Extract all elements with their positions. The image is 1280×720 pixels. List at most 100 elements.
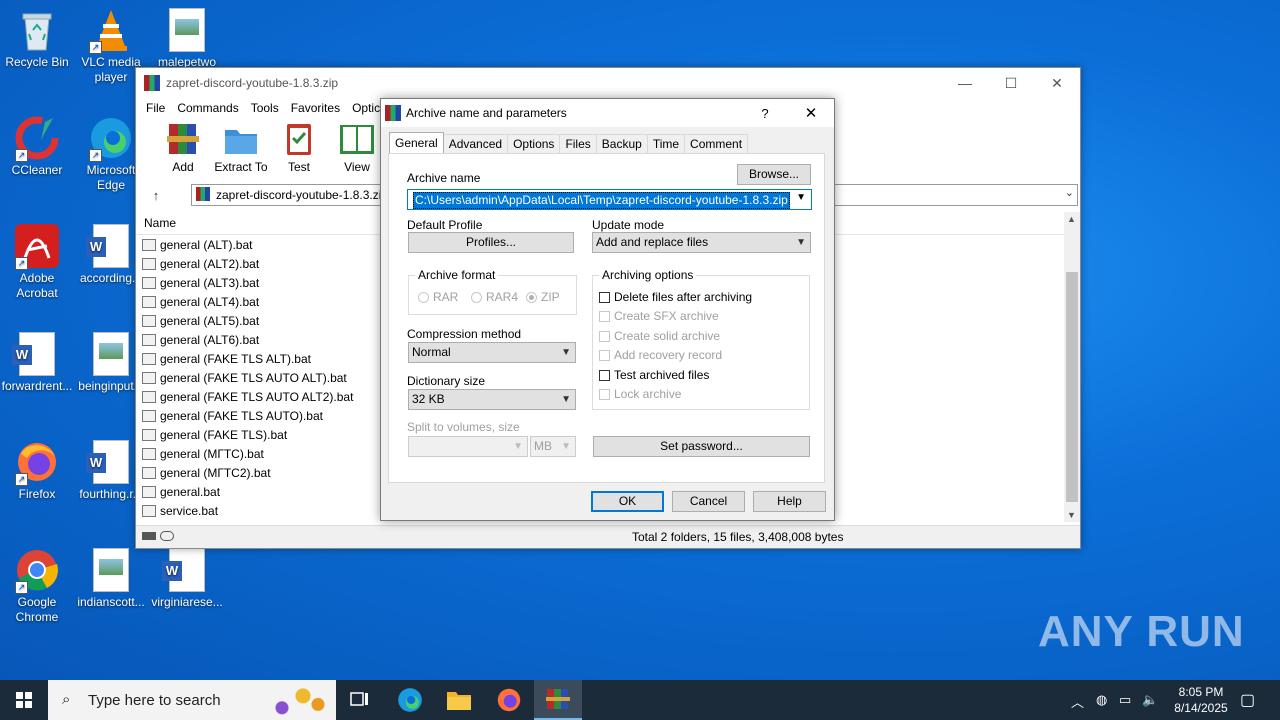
- drive-icon[interactable]: [142, 532, 156, 540]
- scroll-down-icon[interactable]: ▼: [1067, 510, 1076, 520]
- close-button[interactable]: ✕: [1034, 68, 1080, 98]
- minimize-button[interactable]: ―: [942, 68, 988, 98]
- recycle-bin-icon: [15, 8, 59, 52]
- dialog-help-button[interactable]: ?: [742, 106, 788, 121]
- desktop-icon-acrobat[interactable]: ↗ Adobe Acrobat: [0, 224, 76, 301]
- anyrun-watermark: ANY RUN: [1038, 607, 1245, 656]
- key-icon[interactable]: [160, 531, 174, 541]
- toolbar-view-button[interactable]: View: [328, 122, 386, 174]
- scrollbar-thumb[interactable]: [1066, 272, 1078, 502]
- chevron-down-icon[interactable]: ⌄: [1065, 186, 1074, 199]
- clock-time: 8:05 PM: [1178, 685, 1224, 699]
- general-tab-panel: Archive name Browse... C:\Users\admin\Ap…: [388, 153, 825, 483]
- network-icon[interactable]: ▭: [1119, 692, 1131, 708]
- chevron-down-icon[interactable]: ▼: [796, 192, 806, 203]
- desktop-icon-firefox[interactable]: ↗ Firefox: [0, 440, 76, 502]
- shortcut-arrow-icon: ↗: [15, 473, 28, 486]
- archive-format-label: Archive format: [415, 268, 499, 282]
- compression-method-select[interactable]: Normal ▼: [408, 342, 576, 363]
- taskbar-winrar-button[interactable]: [534, 680, 582, 720]
- menu-tools[interactable]: Tools: [245, 101, 285, 115]
- update-mode-select[interactable]: Add and replace files ▼: [592, 232, 811, 253]
- option-label: Create solid archive: [614, 329, 721, 343]
- taskbar-search-box[interactable]: ⌕ Type here to search: [48, 680, 336, 720]
- desktop-icon-ccleaner[interactable]: ↗ CCleaner: [0, 116, 76, 178]
- scroll-up-icon[interactable]: ▲: [1067, 214, 1076, 224]
- search-highlight-image: [270, 684, 330, 718]
- dialog-close-button[interactable]: ✕: [788, 104, 834, 122]
- tab-time[interactable]: Time: [646, 134, 686, 153]
- create-solid-checkbox[interactable]: Create solid archive: [599, 329, 720, 343]
- main-titlebar[interactable]: zapret-discord-youtube-1.8.3.zip ― ☐ ✕: [136, 68, 1080, 98]
- create-sfx-checkbox[interactable]: Create SFX archive: [599, 309, 719, 323]
- taskbar-edge-button[interactable]: [386, 680, 434, 720]
- start-button[interactable]: [0, 680, 48, 720]
- lock-archive-checkbox[interactable]: Lock archive: [599, 387, 681, 401]
- shortcut-arrow-icon: ↗: [15, 149, 28, 162]
- file-name: general (МГТС2).bat: [160, 465, 271, 480]
- test-archived-checkbox[interactable]: Test archived files: [599, 368, 709, 382]
- compression-method-label: Compression method: [407, 327, 522, 341]
- file-name: general (МГТС).bat: [160, 446, 264, 461]
- split-unit-select[interactable]: MB ▼: [530, 436, 576, 457]
- help-button[interactable]: Help: [753, 491, 826, 512]
- chevron-down-icon: ▼: [796, 237, 806, 248]
- meet-now-icon[interactable]: ◍: [1096, 692, 1107, 708]
- desktop-icon-forwardrent[interactable]: W forwardrent...: [0, 332, 76, 394]
- chevron-up-icon[interactable]: ︿: [1071, 692, 1084, 711]
- tab-backup[interactable]: Backup: [595, 134, 648, 153]
- up-arrow-icon[interactable]: ↑: [136, 188, 176, 203]
- radio-circle-icon: [471, 291, 482, 303]
- dialog-titlebar[interactable]: Archive name and parameters ? ✕: [381, 99, 834, 127]
- tab-comment[interactable]: Comment: [684, 134, 749, 153]
- ok-button[interactable]: OK: [591, 491, 664, 512]
- archive-name-input[interactable]: C:\Users\admin\AppData\Local\Temp\zapret…: [407, 189, 812, 210]
- image-file-icon: [89, 332, 133, 376]
- task-view-button[interactable]: [336, 680, 384, 720]
- taskbar-firefox-button[interactable]: [485, 680, 533, 720]
- desktop-icon-malepetwo[interactable]: malepetwo: [148, 8, 226, 70]
- menu-commands[interactable]: Commands: [171, 101, 244, 115]
- delete-files-checkbox[interactable]: Delete files after archiving: [599, 290, 752, 304]
- toolbar-add-button[interactable]: Add: [154, 122, 212, 174]
- edge-icon: [398, 688, 422, 712]
- file-name: general (FAKE TLS AUTO ALT2).bat: [160, 389, 354, 404]
- vertical-scrollbar[interactable]: ▲ ▼: [1064, 212, 1080, 522]
- bat-file-icon: [142, 333, 156, 346]
- browse-button[interactable]: Browse...: [737, 164, 811, 185]
- toolbar-test-button[interactable]: Test: [270, 122, 328, 174]
- bat-file-icon: [142, 428, 156, 441]
- format-rar-radio[interactable]: RAR: [418, 290, 458, 304]
- desktop-icon-indianscott[interactable]: indianscott...: [72, 548, 150, 610]
- tab-options[interactable]: Options: [507, 134, 561, 153]
- volume-icon[interactable]: 🔈: [1142, 692, 1158, 708]
- archive-name-label: Archive name: [407, 171, 481, 185]
- tab-advanced[interactable]: Advanced: [442, 134, 509, 153]
- tab-general[interactable]: General: [389, 132, 444, 153]
- recovery-record-checkbox[interactable]: Add recovery record: [599, 348, 722, 362]
- desktop-icon-recycle-bin[interactable]: Recycle Bin: [0, 8, 76, 70]
- toolbar-extract-button[interactable]: Extract To: [212, 122, 270, 174]
- taskbar: ⌕ Type here to search ︿ ◍ ▭ 🔈 8:05 PM 8/…: [0, 680, 1280, 720]
- maximize-button[interactable]: ☐: [988, 68, 1034, 98]
- dictionary-size-select[interactable]: 32 KB ▼: [408, 389, 576, 410]
- format-zip-radio[interactable]: ZIP: [526, 290, 560, 304]
- cancel-button[interactable]: Cancel: [672, 491, 745, 512]
- tab-files[interactable]: Files: [559, 134, 597, 153]
- set-password-button[interactable]: Set password...: [593, 436, 810, 457]
- taskbar-explorer-button[interactable]: [435, 680, 483, 720]
- ccleaner-icon: ↗: [15, 116, 59, 162]
- profiles-button[interactable]: Profiles...: [408, 232, 574, 253]
- split-volume-size-select[interactable]: ▼: [408, 436, 528, 457]
- menu-favorites[interactable]: Favorites: [285, 101, 346, 115]
- chevron-down-icon: ▼: [561, 394, 571, 405]
- desktop-icon-virginiarese[interactable]: W virginiarese...: [148, 548, 226, 610]
- toolbar-view-label: View: [344, 160, 370, 174]
- desktop-icon-label: CCleaner: [11, 163, 63, 177]
- format-rar4-radio[interactable]: RAR4: [471, 290, 518, 304]
- menu-file[interactable]: File: [140, 101, 171, 115]
- notifications-icon[interactable]: ▢: [1240, 690, 1255, 710]
- bat-file-icon: [142, 485, 156, 498]
- taskbar-clock[interactable]: 8:05 PM 8/14/2025: [1166, 684, 1236, 716]
- desktop-icon-chrome[interactable]: ↗ Google Chrome: [0, 548, 76, 625]
